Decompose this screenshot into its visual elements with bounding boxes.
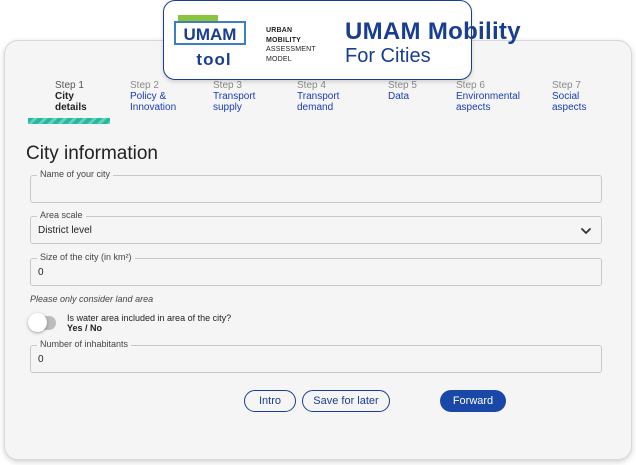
umam-tool-logo: UMAM tool	[174, 15, 246, 69]
water-area-label: Is water area included in area of the ci…	[67, 313, 232, 323]
city-size-field[interactable]: Size of the city (in km²) 0	[30, 252, 602, 286]
stepper: Step 1 City details Step 2 Policy & Inno…	[55, 80, 625, 120]
step-social-aspects[interactable]: Step 7 Social aspects	[552, 80, 586, 113]
inhabitants-field[interactable]: Number of inhabitants 0	[30, 339, 602, 373]
area-scale-label: Area scale	[37, 210, 86, 220]
intro-button[interactable]: Intro	[244, 390, 296, 412]
step-policy-innovation[interactable]: Step 2 Policy & Innovation	[130, 80, 176, 113]
land-area-note: Please only consider land area	[30, 294, 154, 304]
step-progress-indicator	[28, 118, 110, 124]
area-scale-select[interactable]: Area scale District level	[30, 210, 602, 244]
logo-tool-text: tool	[196, 50, 231, 69]
water-area-options: Yes / No	[67, 323, 103, 333]
toggle-knob[interactable]	[28, 313, 47, 332]
water-area-toggle[interactable]	[28, 313, 56, 332]
logo-umam-text: UMAM	[184, 25, 237, 44]
app-title: UMAM Mobility	[345, 18, 521, 45]
page-title: City information	[26, 143, 158, 164]
step-data[interactable]: Step 5 Data	[388, 80, 417, 102]
save-for-later-button[interactable]: Save for later	[302, 390, 390, 412]
city-size-label: Size of the city (in km²)	[37, 252, 135, 262]
forward-button[interactable]: Forward	[440, 390, 506, 412]
step-transport-demand[interactable]: Step 4 Transport demand	[297, 80, 339, 113]
city-name-field[interactable]: Name of your city	[30, 169, 602, 203]
water-area-question: Is water area included in area of the ci…	[67, 313, 231, 333]
chevron-down-icon[interactable]	[579, 224, 593, 238]
step-environmental-aspects[interactable]: Step 6 Environmental aspects	[456, 80, 520, 113]
inhabitants-value[interactable]: 0	[38, 354, 44, 365]
city-size-value[interactable]: 0	[38, 267, 44, 278]
inhabitants-label: Number of inhabitants	[37, 339, 132, 349]
logo-subtitle: URBAN MOBILITY ASSESSMENT MODEL	[266, 27, 316, 63]
area-scale-value: District level	[38, 225, 92, 236]
app-header-logo: UMAM tool URBAN MOBILITY ASSESSMENT MODE…	[163, 0, 521, 80]
city-name-input[interactable]	[31, 176, 601, 202]
app-subtitle: For Cities	[345, 45, 431, 67]
step-transport-supply[interactable]: Step 3 Transport supply	[213, 80, 255, 113]
step-city-details[interactable]: Step 1 City details	[55, 80, 87, 113]
